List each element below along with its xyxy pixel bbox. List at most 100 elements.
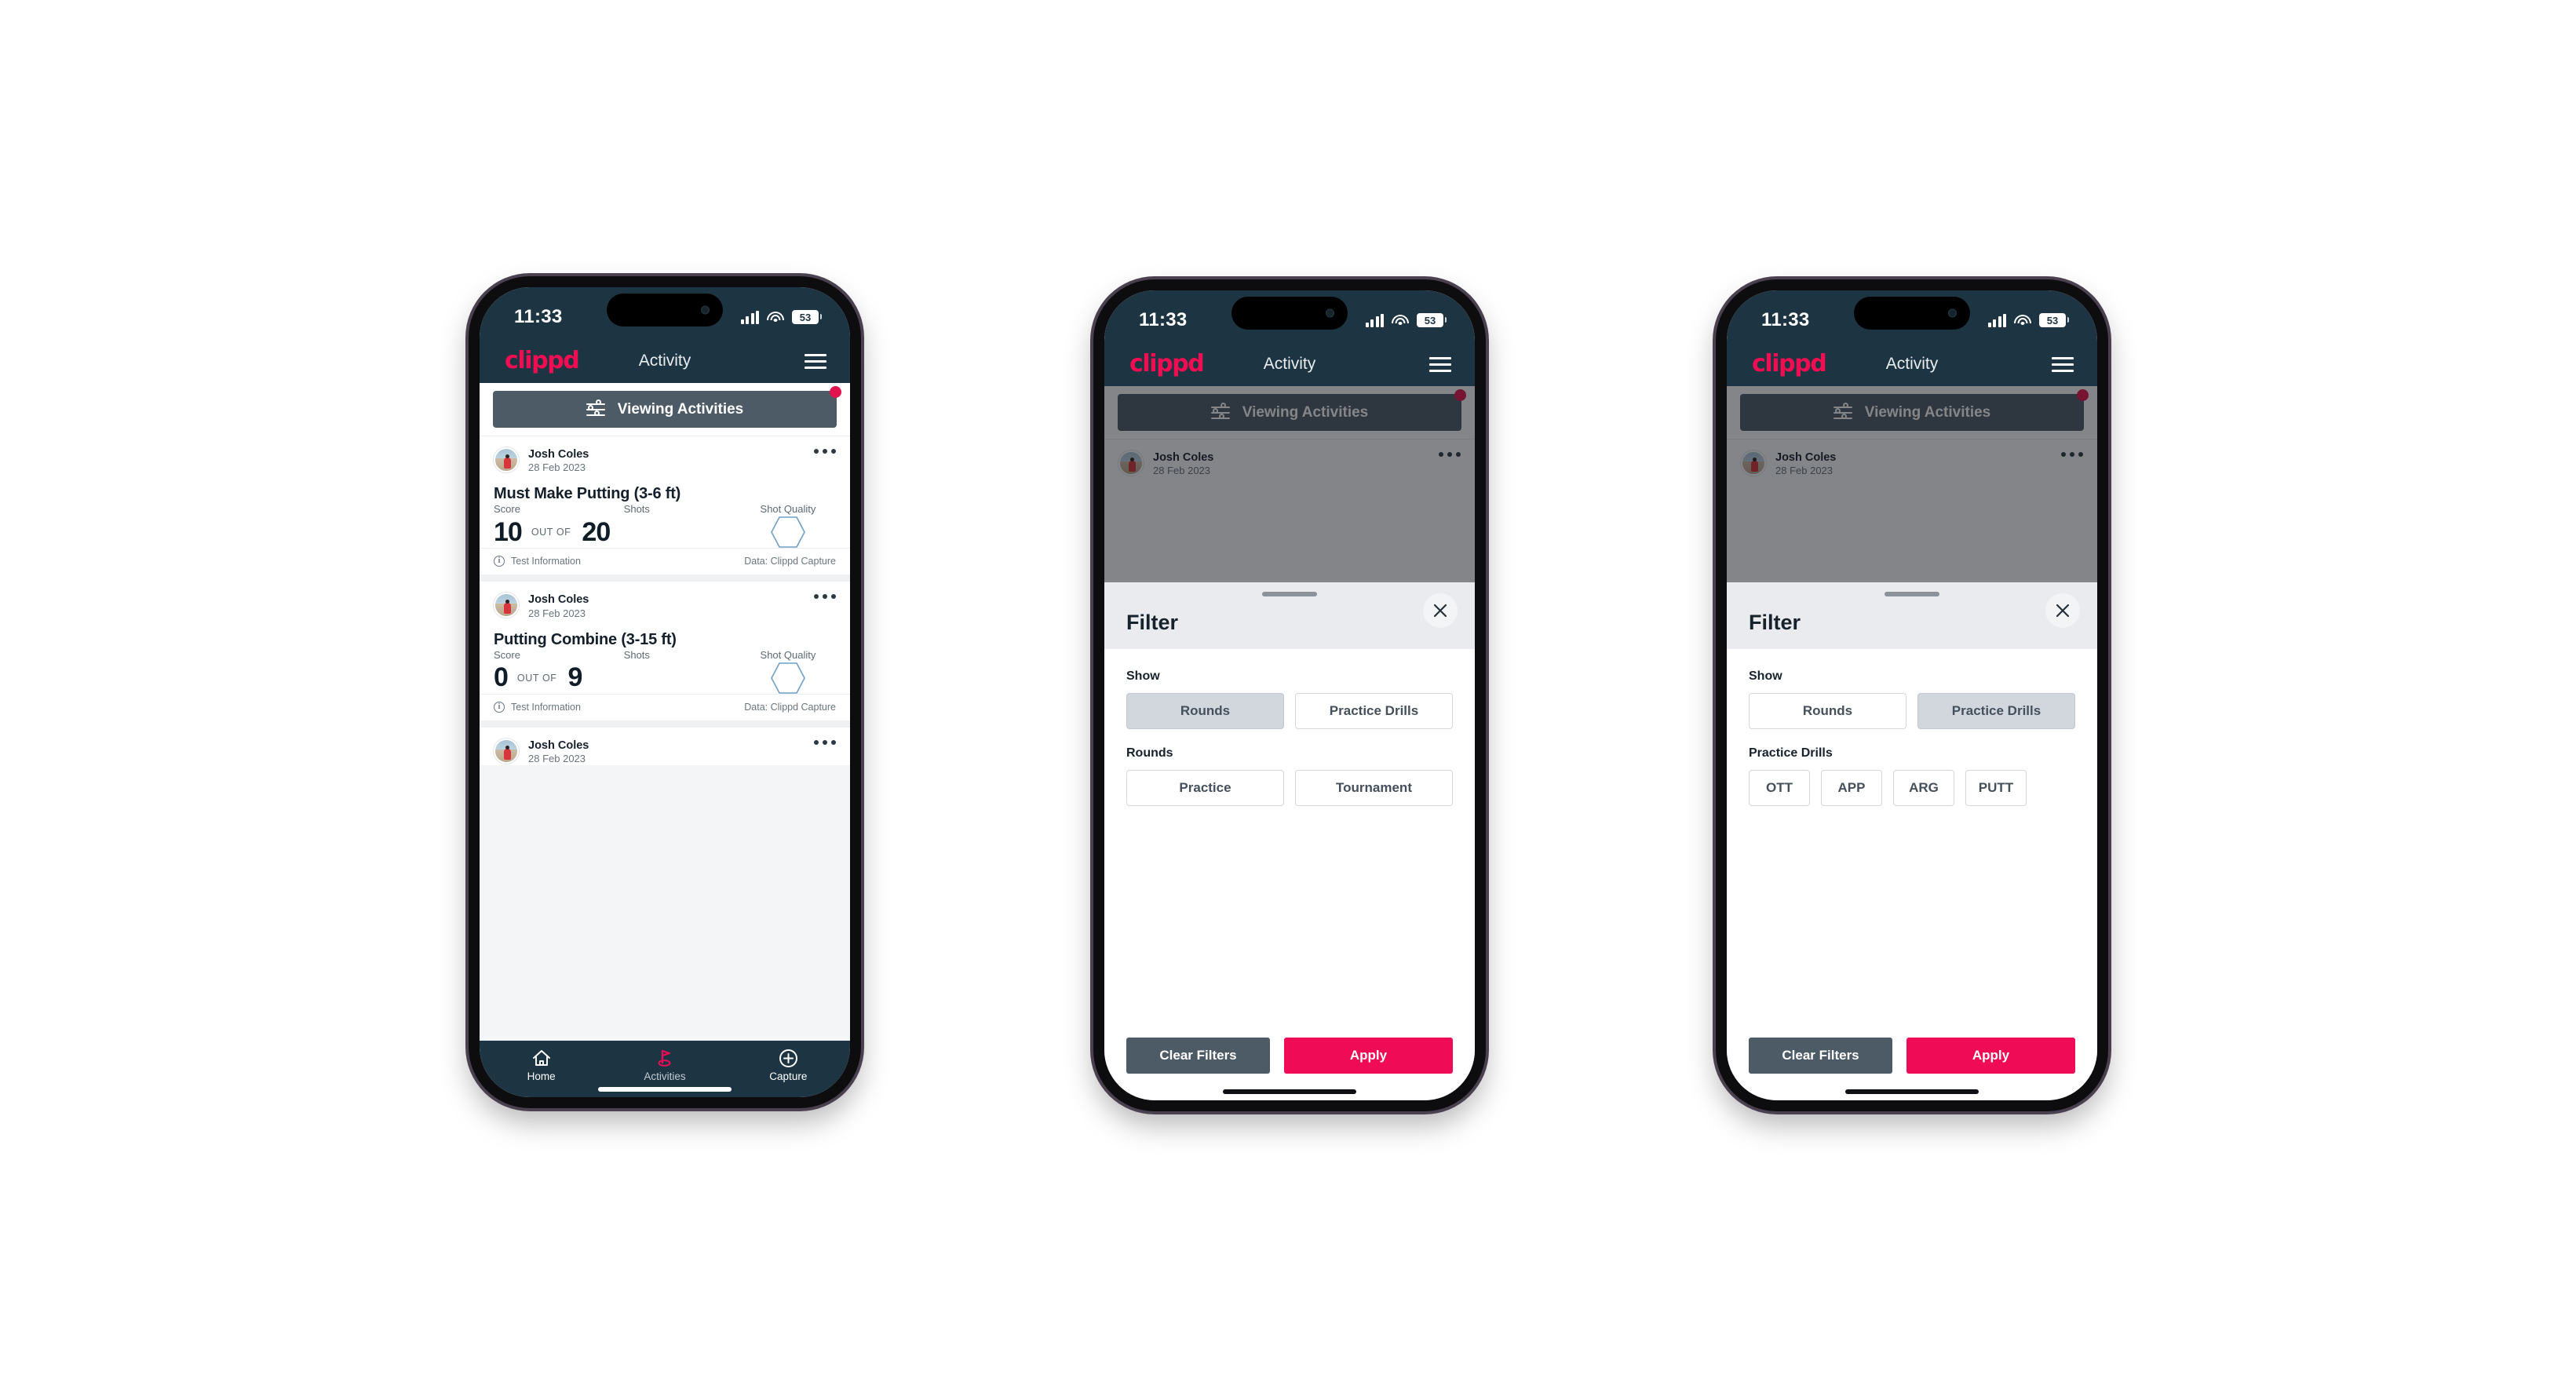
battery-icon: 53 xyxy=(792,310,822,324)
rounds-option-tournament[interactable]: Tournament xyxy=(1295,770,1453,806)
page-title: Activity xyxy=(1885,355,1939,373)
clippd-logo[interactable]: clippd xyxy=(505,349,580,373)
phone-screen-1: 11:33 53 clippd Activity Viewing Activit… xyxy=(480,287,850,1097)
practice-drills-group-label: Practice Drills xyxy=(1749,746,1833,760)
phone-screen-3: 11:33 53 clippd Activity Viewing Activit… xyxy=(1727,290,2097,1100)
activity-title: Putting Combine (3-15 ft) xyxy=(494,630,677,648)
status-indicators: 53 xyxy=(1365,313,1447,327)
shot-quality-label: Shot Quality xyxy=(760,648,816,661)
close-x-icon xyxy=(2056,604,2070,618)
show-option-practice-drills[interactable]: Practice Drills xyxy=(1295,693,1453,729)
phone-device-1: 11:33 53 clippd Activity Viewing Activit… xyxy=(469,276,861,1108)
cellular-bars-icon xyxy=(740,310,759,324)
activity-title: Must Make Putting (3-6 ft) xyxy=(494,485,681,503)
activity-date: 28 Feb 2023 xyxy=(528,461,586,474)
viewing-activities-button[interactable]: Viewing Activities xyxy=(493,386,841,428)
viewing-activities-label: Viewing Activities xyxy=(617,400,744,418)
page-title: Activity xyxy=(1263,355,1316,373)
show-group-label: Show xyxy=(1126,669,1160,683)
info-icon[interactable]: i xyxy=(494,701,505,713)
phone-device-3: 11:33 53 clippd Activity Viewing Activit… xyxy=(1716,279,2108,1111)
wifi-icon xyxy=(767,311,784,324)
home-indicator xyxy=(598,1087,732,1092)
activity-card[interactable]: Josh Coles 28 Feb 2023 Must Make Putting… xyxy=(480,436,850,575)
shot-quality-label: Shot Quality xyxy=(760,503,816,516)
activity-card[interactable]: Josh Coles 28 Feb 2023 Putting Combine (… xyxy=(480,582,850,720)
drill-option-app[interactable]: APP xyxy=(1821,770,1882,806)
activity-card[interactable]: Josh Coles 28 Feb 2023 xyxy=(480,727,850,766)
avatar xyxy=(494,593,519,618)
drill-option-arg[interactable]: ARG xyxy=(1893,770,1954,806)
wifi-icon xyxy=(1392,314,1409,327)
show-option-rounds[interactable]: Rounds xyxy=(1126,693,1284,729)
card-header: Josh Coles 28 Feb 2023 xyxy=(494,593,836,619)
show-options: Rounds Practice Drills xyxy=(1126,693,1453,729)
close-x-icon xyxy=(1433,604,1447,618)
score-value: 0 xyxy=(494,662,509,692)
status-time: 11:33 xyxy=(514,306,563,327)
dynamic-island xyxy=(607,294,723,326)
drag-handle[interactable] xyxy=(1885,592,1939,596)
golf-flag-icon xyxy=(603,1048,726,1068)
hamburger-menu-icon[interactable] xyxy=(805,353,826,369)
test-information-label: Test Information xyxy=(511,701,581,713)
close-button[interactable] xyxy=(2045,593,2080,628)
drill-option-ott[interactable]: OTT xyxy=(1749,770,1810,806)
activity-date: 28 Feb 2023 xyxy=(528,752,586,764)
author-name: Josh Coles xyxy=(528,739,589,752)
clippd-logo[interactable]: clippd xyxy=(1752,352,1827,376)
show-option-practice-drills[interactable]: Practice Drills xyxy=(1917,693,2075,729)
battery-level: 53 xyxy=(2046,314,2059,326)
practice-drills-options: OTT APP ARG PUTT xyxy=(1749,770,2075,806)
data-source-label: Data: Clippd Capture xyxy=(744,556,836,567)
more-options-icon[interactable] xyxy=(814,594,836,600)
clippd-logo[interactable]: clippd xyxy=(1129,352,1205,376)
shots-label: Shots xyxy=(623,503,650,516)
rounds-option-practice[interactable]: Practice xyxy=(1126,770,1284,806)
status-time: 11:33 xyxy=(1139,309,1188,330)
info-icon[interactable]: i xyxy=(494,556,505,567)
phone-device-2: 11:33 53 clippd Activity Viewing Activit… xyxy=(1093,279,1486,1111)
test-information-label: Test Information xyxy=(511,556,581,567)
home-indicator xyxy=(1223,1089,1356,1094)
app-header: clippd Activity xyxy=(1104,342,1475,386)
drill-option-putt[interactable]: PUTT xyxy=(1965,770,2027,806)
filter-modal-title: Filter xyxy=(1749,611,1801,634)
drag-handle[interactable] xyxy=(1262,592,1317,596)
more-options-icon[interactable] xyxy=(814,739,836,745)
app-header: clippd Activity xyxy=(480,339,850,383)
filter-modal-header: Filter xyxy=(1104,582,1475,649)
metrics: Score Shots Shot Quality 10 OUT OF 20 xyxy=(494,503,836,549)
close-button[interactable] xyxy=(1423,593,1458,628)
score-label: Score xyxy=(494,503,520,516)
author-block: Josh Coles 28 Feb 2023 xyxy=(528,593,589,619)
filter-modal: Filter Show Rounds Practice Drills Round… xyxy=(1104,582,1475,1100)
filter-modal-header: Filter xyxy=(1727,582,2097,649)
tab-activities[interactable]: Activities xyxy=(603,1048,726,1082)
out-of-label: OUT OF xyxy=(516,672,557,684)
status-bar: 11:33 53 xyxy=(480,287,850,339)
hamburger-menu-icon[interactable] xyxy=(1429,356,1451,372)
show-options: Rounds Practice Drills xyxy=(1749,693,2075,729)
apply-button[interactable]: Apply xyxy=(1906,1038,2075,1074)
show-option-rounds[interactable]: Rounds xyxy=(1749,693,1906,729)
activity-feed[interactable]: Josh Coles 28 Feb 2023 Must Make Putting… xyxy=(480,436,850,1041)
tab-capture[interactable]: Capture xyxy=(727,1048,850,1082)
apply-button[interactable]: Apply xyxy=(1284,1038,1453,1074)
filter-modal-body: Show Rounds Practice Drills Practice Dri… xyxy=(1727,649,2097,1038)
status-indicators: 53 xyxy=(740,310,822,324)
sliders-filter-icon xyxy=(586,399,605,418)
screenshot-canvas: 11:33 53 clippd Activity Viewing Activit… xyxy=(0,0,2576,1386)
clear-filters-button[interactable]: Clear Filters xyxy=(1749,1038,1893,1074)
home-indicator xyxy=(1845,1089,1979,1094)
hamburger-menu-icon[interactable] xyxy=(2052,356,2074,372)
battery-icon: 53 xyxy=(2039,313,2069,327)
clear-filters-button[interactable]: Clear Filters xyxy=(1126,1038,1271,1074)
battery-level: 53 xyxy=(1424,314,1436,326)
filter-active-badge xyxy=(830,386,841,398)
more-options-icon[interactable] xyxy=(814,449,836,454)
show-group-label: Show xyxy=(1749,669,1782,683)
tab-home[interactable]: Home xyxy=(480,1048,603,1082)
bottom-tab-bar: Home Activities Capture xyxy=(480,1041,850,1097)
shot-quality-badge: 45 xyxy=(740,662,836,694)
